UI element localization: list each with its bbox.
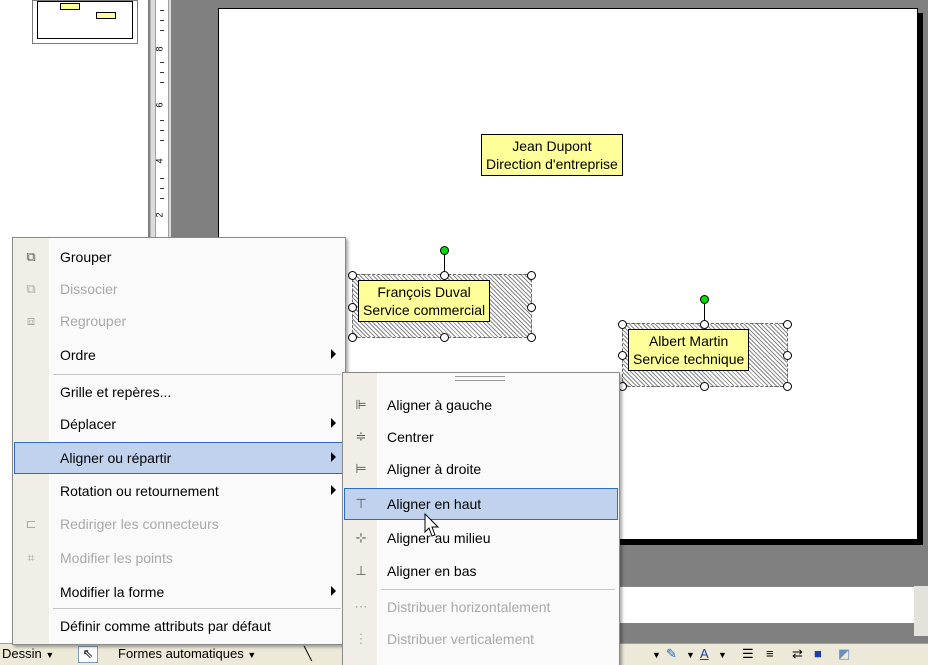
box-title: Service technique: [633, 351, 745, 367]
ruler-label: 2: [154, 212, 165, 218]
resize-handle[interactable]: [700, 320, 709, 329]
org-box-director[interactable]: Jean Dupont Direction d'entreprise: [481, 134, 623, 176]
submenu-arrow-icon: [331, 485, 336, 495]
rotate-handle[interactable]: [440, 246, 449, 255]
resize-handle[interactable]: [348, 271, 357, 280]
shadow-icon[interactable]: ■: [814, 646, 822, 661]
group-icon: ⧉: [26, 249, 36, 264]
dash-style-icon[interactable]: ≡: [766, 646, 774, 661]
regroup-icon: ⧈: [26, 313, 36, 328]
resize-handle[interactable]: [527, 271, 536, 280]
align-right-icon: ⊨: [355, 461, 367, 476]
align-bottom-icon: ⊥: [355, 563, 367, 578]
submenu-arrow-icon: [331, 418, 336, 428]
menu-item-rotate-flip[interactable]: Rotation ou retournement: [14, 475, 344, 507]
submenu-arrow-icon: [331, 586, 336, 596]
edit-points-icon: ⌗: [27, 550, 35, 565]
distribute-horizontal-icon: ⋯: [354, 599, 368, 614]
submenu-item-align-left[interactable]: ⊫ Aligner à gauche: [344, 389, 618, 421]
submenu-drag-handle[interactable]: [455, 376, 505, 381]
resize-handle[interactable]: [440, 271, 449, 280]
submenu-arrow-icon: [331, 349, 336, 359]
resize-handle[interactable]: [527, 303, 536, 312]
connector-icon: ⊏: [25, 516, 37, 531]
menu-item-edit-points[interactable]: ⌗ Modifier les points: [14, 542, 344, 574]
menu-item-align-distribute[interactable]: Aligner ou répartir: [14, 442, 344, 474]
box-name: François Duval: [377, 284, 471, 300]
ruler-label: 8: [154, 46, 165, 52]
ruler-label: 6: [154, 102, 165, 108]
3d-style-icon[interactable]: ◩: [838, 646, 850, 662]
draw-menu-button[interactable]: Dessin ▼: [2, 646, 54, 661]
fill-color-dropdown[interactable]: ▼: [652, 646, 661, 661]
submenu-item-distribute-vertical[interactable]: ⋮ Distribuer verticalement: [344, 623, 618, 655]
draw-context-menu: ⧉ Grouper ⧉ Dissocier ⧈ Regrouper Ordre …: [12, 237, 346, 645]
menu-item-move[interactable]: Déplacer: [14, 408, 344, 440]
slide-thumbnail[interactable]: [32, 0, 138, 44]
resize-handle[interactable]: [783, 320, 792, 329]
menu-item-regroup[interactable]: ⧈ Regrouper: [14, 305, 344, 337]
align-left-icon: ⊫: [355, 397, 367, 412]
org-box-technical[interactable]: Albert Martin Service technique: [628, 329, 750, 371]
org-box-commercial[interactable]: François Duval Service commercial: [358, 280, 491, 322]
ruler-label: 4: [154, 158, 165, 164]
mouse-pointer-icon: [424, 513, 440, 537]
menu-item-change-shape[interactable]: Modifier la forme: [14, 576, 344, 608]
align-top-icon: ⊤: [355, 496, 367, 511]
vertical-scrollbar[interactable]: [914, 586, 928, 636]
submenu-item-align-right[interactable]: ⊨ Aligner à droite: [344, 453, 618, 485]
menu-item-grid[interactable]: Grille et repères...: [14, 376, 344, 408]
box-title: Direction d'entreprise: [486, 156, 618, 172]
resize-handle[interactable]: [348, 303, 357, 312]
menu-item-reroute-connectors[interactable]: ⊏ Rediriger les connecteurs: [14, 508, 344, 540]
resize-handle[interactable]: [783, 351, 792, 360]
submenu-item-align-middle[interactable]: ⊹ Aligner au milieu: [344, 522, 618, 554]
rotate-handle[interactable]: [700, 295, 709, 304]
font-color-icon[interactable]: A: [700, 646, 709, 661]
resize-handle[interactable]: [348, 333, 357, 342]
resize-handle[interactable]: [618, 351, 627, 360]
box-name: Jean Dupont: [512, 138, 592, 154]
line-color-icon[interactable]: ✎: [666, 646, 677, 662]
menu-item-order[interactable]: Ordre: [14, 339, 344, 371]
submenu-item-align-bottom[interactable]: ⊥ Aligner en bas: [344, 555, 618, 587]
line-tool-icon[interactable]: ╲: [304, 646, 312, 662]
autoshapes-menu-button[interactable]: Formes automatiques ▼: [118, 646, 256, 661]
submenu-item-align-top[interactable]: ⊤ Aligner en haut: [344, 488, 618, 520]
align-center-icon: ≑: [355, 429, 367, 444]
menu-item-set-default[interactable]: Définir comme attributs par défaut: [14, 610, 344, 642]
align-middle-icon: ⊹: [355, 530, 367, 545]
box-title: Service commercial: [363, 302, 486, 318]
resize-handle[interactable]: [440, 333, 449, 342]
resize-handle[interactable]: [700, 382, 709, 391]
menu-item-group[interactable]: ⧉ Grouper: [14, 241, 344, 273]
font-color-dropdown[interactable]: ▼: [718, 646, 727, 661]
submenu-item-distribute-horizontal[interactable]: ⋯ Distribuer horizontalement: [344, 591, 618, 623]
resize-handle[interactable]: [618, 320, 627, 329]
resize-handle[interactable]: [783, 382, 792, 391]
align-submenu: ⊫ Aligner à gauche ≑ Centrer ⊨ Aligner à…: [342, 372, 620, 665]
submenu-arrow-icon: [331, 452, 336, 462]
ruler-scale: 8 6 4 2: [155, 0, 169, 241]
line-color-dropdown[interactable]: ▼: [686, 646, 695, 661]
distribute-vertical-icon: ⋮: [354, 631, 368, 646]
select-objects-icon[interactable]: ⇖: [78, 646, 98, 663]
arrow-style-icon[interactable]: ⇄: [792, 646, 803, 662]
resize-handle[interactable]: [527, 333, 536, 342]
line-style-icon[interactable]: ☰: [742, 646, 754, 662]
ungroup-icon: ⧉: [26, 281, 36, 296]
box-name: Albert Martin: [648, 333, 729, 349]
submenu-item-center[interactable]: ≑ Centrer: [344, 421, 618, 453]
menu-item-ungroup[interactable]: ⧉ Dissocier: [14, 273, 344, 305]
